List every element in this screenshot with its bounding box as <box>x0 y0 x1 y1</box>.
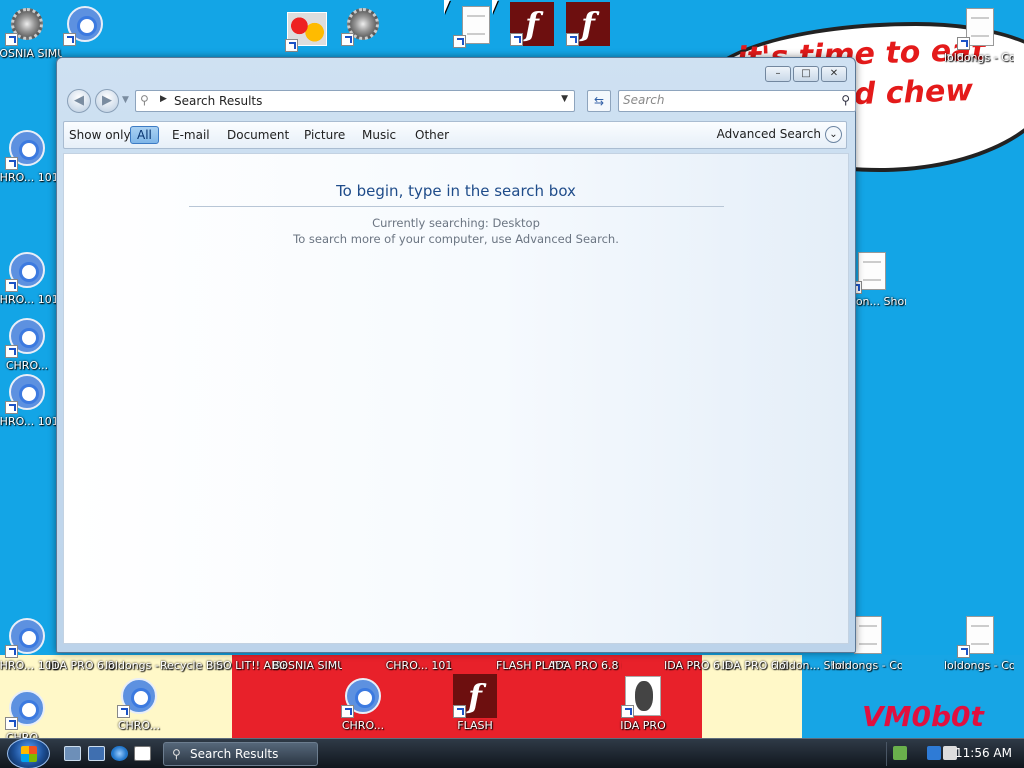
desktop-icon[interactable] <box>50 2 120 46</box>
caption-buttons: – □ ✕ <box>763 66 847 82</box>
address-bar[interactable]: ⚲ ▶ Search Results ▼ <box>135 90 575 112</box>
results-pane: To begin, type in the search box Current… <box>63 153 849 644</box>
filter-music[interactable]: Music <box>362 127 396 143</box>
advanced-search-button[interactable]: Advanced Search ⌄ <box>717 126 842 143</box>
document-icon <box>858 252 886 290</box>
filter-picture[interactable]: Picture <box>304 127 345 143</box>
search-scope: Currently searching: Desktop <box>372 216 540 230</box>
search-icon: ⚲ <box>172 747 181 761</box>
search-results-window: – □ ✕ ◀ ▶ ▼ ⚲ ▶ Search Results ▼ ⇆ ⚲ Sho… <box>56 57 856 653</box>
document-icon <box>854 616 882 654</box>
network-icon[interactable] <box>927 746 941 760</box>
desktop-icon[interactable]: IDA PRO <box>608 674 678 733</box>
show-desktop-icon[interactable] <box>64 746 81 761</box>
start-button[interactable] <box>7 738 50 768</box>
filter-all[interactable]: All <box>130 126 159 144</box>
search-box[interactable]: ⚲ <box>618 90 856 112</box>
wallpaper-signature: VM0b0t <box>862 700 984 733</box>
advanced-search-hint: To search more of your computer, use Adv… <box>293 232 619 246</box>
taskbar-button-label: Search Results <box>190 747 279 761</box>
taskbar: ⚲ Search Results 11:56 AM <box>0 738 1024 768</box>
mouse-cursor-icon <box>444 0 450 14</box>
breadcrumb-arrow-icon[interactable]: ▶ <box>160 94 167 104</box>
desktop-icon[interactable] <box>328 2 398 46</box>
desktop-icon[interactable]: CHRO... 101 (15) <box>0 248 62 307</box>
desktop-icon[interactable]: loldongs - Copy... <box>944 614 1014 673</box>
search-icon: ⚲ <box>140 93 149 107</box>
taskbar-button-search-results[interactable]: ⚲ Search Results <box>163 742 318 766</box>
chevron-down-icon: ⌄ <box>825 126 842 143</box>
windows-logo-icon <box>21 746 37 762</box>
desktop-icon[interactable]: CHRO... 101 (7) <box>0 126 62 185</box>
address-dropdown-icon[interactable]: ▼ <box>561 94 568 104</box>
desktop-icon[interactable]: f FLASH <box>440 674 510 733</box>
divider <box>189 206 724 207</box>
clock[interactable]: 11:56 AM <box>955 746 1012 760</box>
desktop-icon[interactable]: loldongs - Copy... <box>944 6 1014 65</box>
advanced-search-label: Advanced Search <box>716 127 821 141</box>
desktop-icon[interactable]: CHRO... <box>0 686 62 738</box>
filter-label: Show only: <box>69 128 134 142</box>
search-input[interactable] <box>623 93 823 107</box>
tray-app-icon[interactable] <box>893 746 907 760</box>
filter-bar: Show only: All E-mail Document Picture M… <box>63 121 847 149</box>
maximize-button[interactable]: □ <box>793 66 819 82</box>
minimize-button[interactable]: – <box>765 66 791 82</box>
document-icon <box>966 8 994 46</box>
system-tray: 11:56 AM <box>886 742 1024 766</box>
address-text: Search Results <box>174 94 263 108</box>
refresh-button[interactable]: ⇆ <box>587 90 611 112</box>
switch-windows-icon[interactable] <box>88 746 105 761</box>
document-icon <box>462 6 490 44</box>
filter-email[interactable]: E-mail <box>172 127 210 143</box>
mouse-cursor-icon <box>492 0 498 14</box>
desktop-icon[interactable]: f <box>553 2 623 46</box>
desktop-icon[interactable]: CHRO... 101 (5) <box>0 370 62 429</box>
recent-pages-dropdown[interactable]: ▼ <box>122 95 129 105</box>
filter-document[interactable]: Document <box>227 127 289 143</box>
search-icon[interactable]: ⚲ <box>841 93 850 107</box>
search-prompt: To begin, type in the search box <box>336 182 576 200</box>
internet-explorer-icon[interactable] <box>111 746 128 761</box>
filter-other[interactable]: Other <box>415 127 449 143</box>
desktop-icon[interactable]: CHRO... <box>104 674 174 733</box>
desktop-icon[interactable]: CHRO... <box>0 314 62 373</box>
navigation-bar: ◀ ▶ ▼ ⚲ ▶ Search Results ▼ ⇆ ⚲ <box>65 87 856 117</box>
document-icon <box>966 616 994 654</box>
forward-button[interactable]: ▶ <box>95 89 119 113</box>
back-button[interactable]: ◀ <box>67 89 91 113</box>
close-button[interactable]: ✕ <box>821 66 847 82</box>
ida-icon[interactable] <box>134 746 151 761</box>
desktop-icon[interactable]: CHRO... <box>328 674 398 733</box>
